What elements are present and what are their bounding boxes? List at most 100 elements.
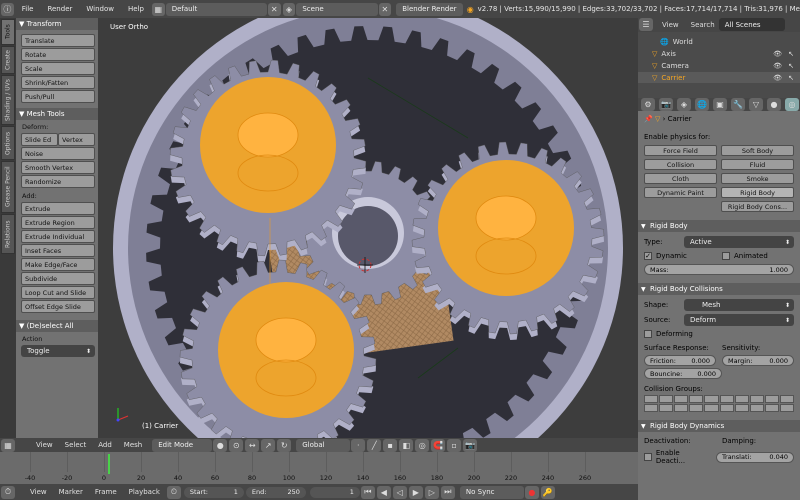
- scale-button[interactable]: Scale: [21, 62, 95, 75]
- play-reverse-icon[interactable]: ◁: [392, 485, 407, 499]
- next-key-icon[interactable]: ▷: [424, 485, 439, 499]
- menu-marker[interactable]: Marker: [53, 488, 89, 496]
- collision-source-selector[interactable]: Deform: [684, 314, 794, 326]
- collision-group-toggle[interactable]: [689, 404, 704, 412]
- collision-group-toggle[interactable]: [734, 404, 749, 412]
- select-arrow-icon[interactable]: ↖: [788, 50, 794, 58]
- snap-target-icon[interactable]: ▫: [447, 438, 462, 452]
- edge-select-icon[interactable]: ╱: [367, 438, 382, 452]
- select-arrow-icon[interactable]: ↖: [788, 74, 794, 82]
- keying-set-icon[interactable]: 🔑: [540, 485, 555, 499]
- dynamic-checkbox[interactable]: ✓: [644, 252, 652, 260]
- shrink-fatten-button[interactable]: Shrink/Fatten: [21, 76, 95, 89]
- fluid-button[interactable]: Fluid: [721, 159, 794, 170]
- jump-end-icon[interactable]: ⏭: [440, 485, 455, 499]
- tab-create[interactable]: Create: [1, 46, 15, 74]
- collision-group-toggle[interactable]: [749, 395, 764, 403]
- menu-render[interactable]: Render: [40, 5, 79, 13]
- snap-icon[interactable]: 🧲: [431, 438, 446, 452]
- translate-manipulator-icon[interactable]: ↗: [261, 438, 276, 452]
- collision-group-toggle[interactable]: [779, 404, 794, 412]
- menu-timeline-view[interactable]: View: [24, 488, 53, 496]
- rigid-body-button[interactable]: Rigid Body: [721, 187, 794, 198]
- select-arrow-icon[interactable]: ↖: [788, 62, 794, 70]
- randomize-button[interactable]: Randomize: [21, 175, 95, 188]
- current-frame-indicator[interactable]: [108, 454, 110, 474]
- editor-type-icon[interactable]: ▦: [1, 438, 15, 452]
- offset-edge-slide-button[interactable]: Offset Edge Slide: [21, 300, 95, 313]
- close-scene-icon[interactable]: ✕: [378, 2, 392, 16]
- occlude-icon[interactable]: ◧: [399, 438, 414, 452]
- outliner-row-axis[interactable]: ▽ Axis 👁 ↖: [638, 48, 800, 59]
- pin-icon[interactable]: 📌: [644, 115, 653, 123]
- outliner-view-menu[interactable]: View: [654, 21, 687, 29]
- menu-select[interactable]: Select: [59, 441, 93, 449]
- start-frame-field[interactable]: Start: 1: [183, 486, 244, 498]
- preview-range-icon[interactable]: ⏲: [166, 485, 181, 499]
- transform-orientation-selector[interactable]: Global: [296, 438, 351, 452]
- collision-button[interactable]: Collision: [644, 159, 717, 170]
- dynamic-paint-button[interactable]: Dynamic Paint: [644, 187, 717, 198]
- force-field-button[interactable]: Force Field: [644, 145, 717, 156]
- slide-vertex-button[interactable]: Vertex: [58, 133, 95, 146]
- collision-group-toggle[interactable]: [674, 404, 689, 412]
- tab-grease-pencil[interactable]: Grease Pencil: [1, 161, 15, 213]
- collision-group-toggle[interactable]: [734, 395, 749, 403]
- tab-shading-uvs[interactable]: Shading / UVs: [1, 75, 15, 125]
- collision-group-toggle[interactable]: [644, 395, 659, 403]
- physics-tab-icon[interactable]: ◎: [785, 98, 799, 111]
- vertex-select-icon[interactable]: ·: [351, 438, 366, 452]
- slide-edge-button[interactable]: Slide Ed: [21, 133, 58, 146]
- dynamics-panel-header[interactable]: Rigid Body Dynamics: [638, 420, 800, 432]
- face-select-icon[interactable]: ▪: [383, 438, 398, 452]
- collision-group-toggle[interactable]: [704, 404, 719, 412]
- outliner-row-camera[interactable]: ▽ Camera 👁 ↖: [638, 60, 800, 71]
- rigid-body-panel-header[interactable]: Rigid Body: [638, 220, 800, 232]
- scene-selector[interactable]: Scene: [296, 2, 378, 16]
- play-icon[interactable]: ▶: [408, 485, 423, 499]
- rigid-body-constraint-button[interactable]: Rigid Body Cons...: [721, 201, 794, 212]
- rotate-manipulator-icon[interactable]: ↻: [277, 438, 292, 452]
- collision-group-toggle[interactable]: [689, 395, 704, 403]
- make-edge-face-button[interactable]: Make Edge/Face: [21, 258, 95, 271]
- properties-type-icon[interactable]: ⚙: [641, 98, 655, 111]
- menu-mesh[interactable]: Mesh: [118, 441, 148, 449]
- mass-field[interactable]: Mass: 1.000: [644, 264, 794, 275]
- collision-group-toggle[interactable]: [719, 404, 734, 412]
- outliner-row-carrier[interactable]: ▽ Carrier 👁 ↖: [638, 72, 800, 83]
- rotate-button[interactable]: Rotate: [21, 48, 95, 61]
- shading-mode-icon[interactable]: ●: [213, 438, 228, 452]
- collision-group-toggle[interactable]: [659, 395, 674, 403]
- jump-start-icon[interactable]: ⏮: [360, 485, 375, 499]
- translation-damping-field[interactable]: Translati: 0.040: [716, 451, 794, 463]
- collision-group-toggle[interactable]: [779, 395, 794, 403]
- collisions-panel-header[interactable]: Rigid Body Collisions: [638, 283, 800, 295]
- object-tab-icon[interactable]: ▣: [713, 98, 727, 111]
- current-frame-field[interactable]: 1: [309, 486, 360, 498]
- collision-shape-selector[interactable]: Mesh: [684, 299, 794, 311]
- friction-field[interactable]: Friction: 0.000: [644, 355, 716, 366]
- menu-playback[interactable]: Playback: [123, 488, 166, 496]
- material-tab-icon[interactable]: ●: [767, 98, 781, 111]
- loop-cut-slide-button[interactable]: Loop Cut and Slide: [21, 286, 95, 299]
- push-pull-button[interactable]: Push/Pull: [21, 90, 95, 103]
- sync-mode-selector[interactable]: No Sync: [459, 485, 524, 499]
- collision-group-toggle[interactable]: [719, 395, 734, 403]
- render-tab-icon[interactable]: 📷: [659, 98, 673, 111]
- margin-field[interactable]: Margin: 0.000: [722, 355, 794, 366]
- inset-faces-button[interactable]: Inset Faces: [21, 244, 95, 257]
- extrude-region-button[interactable]: Extrude Region: [21, 216, 95, 229]
- cloth-button[interactable]: Cloth: [644, 173, 717, 184]
- bounciness-field[interactable]: Bouncine: 0.000: [644, 368, 722, 379]
- extrude-button[interactable]: Extrude: [21, 202, 95, 215]
- collision-group-toggle[interactable]: [749, 404, 764, 412]
- noise-button[interactable]: Noise: [21, 147, 95, 160]
- animated-checkbox[interactable]: [722, 252, 730, 260]
- visibility-eye-icon[interactable]: 👁: [773, 62, 782, 70]
- transform-panel-header[interactable]: ▼ Transform: [16, 18, 98, 30]
- pivot-icon[interactable]: ⊙: [229, 438, 244, 452]
- manipulator-icon[interactable]: ↔: [245, 438, 260, 452]
- deforming-checkbox[interactable]: [644, 330, 652, 338]
- close-layout-icon[interactable]: ✕: [267, 2, 281, 16]
- extrude-individual-button[interactable]: Extrude Individual: [21, 230, 95, 243]
